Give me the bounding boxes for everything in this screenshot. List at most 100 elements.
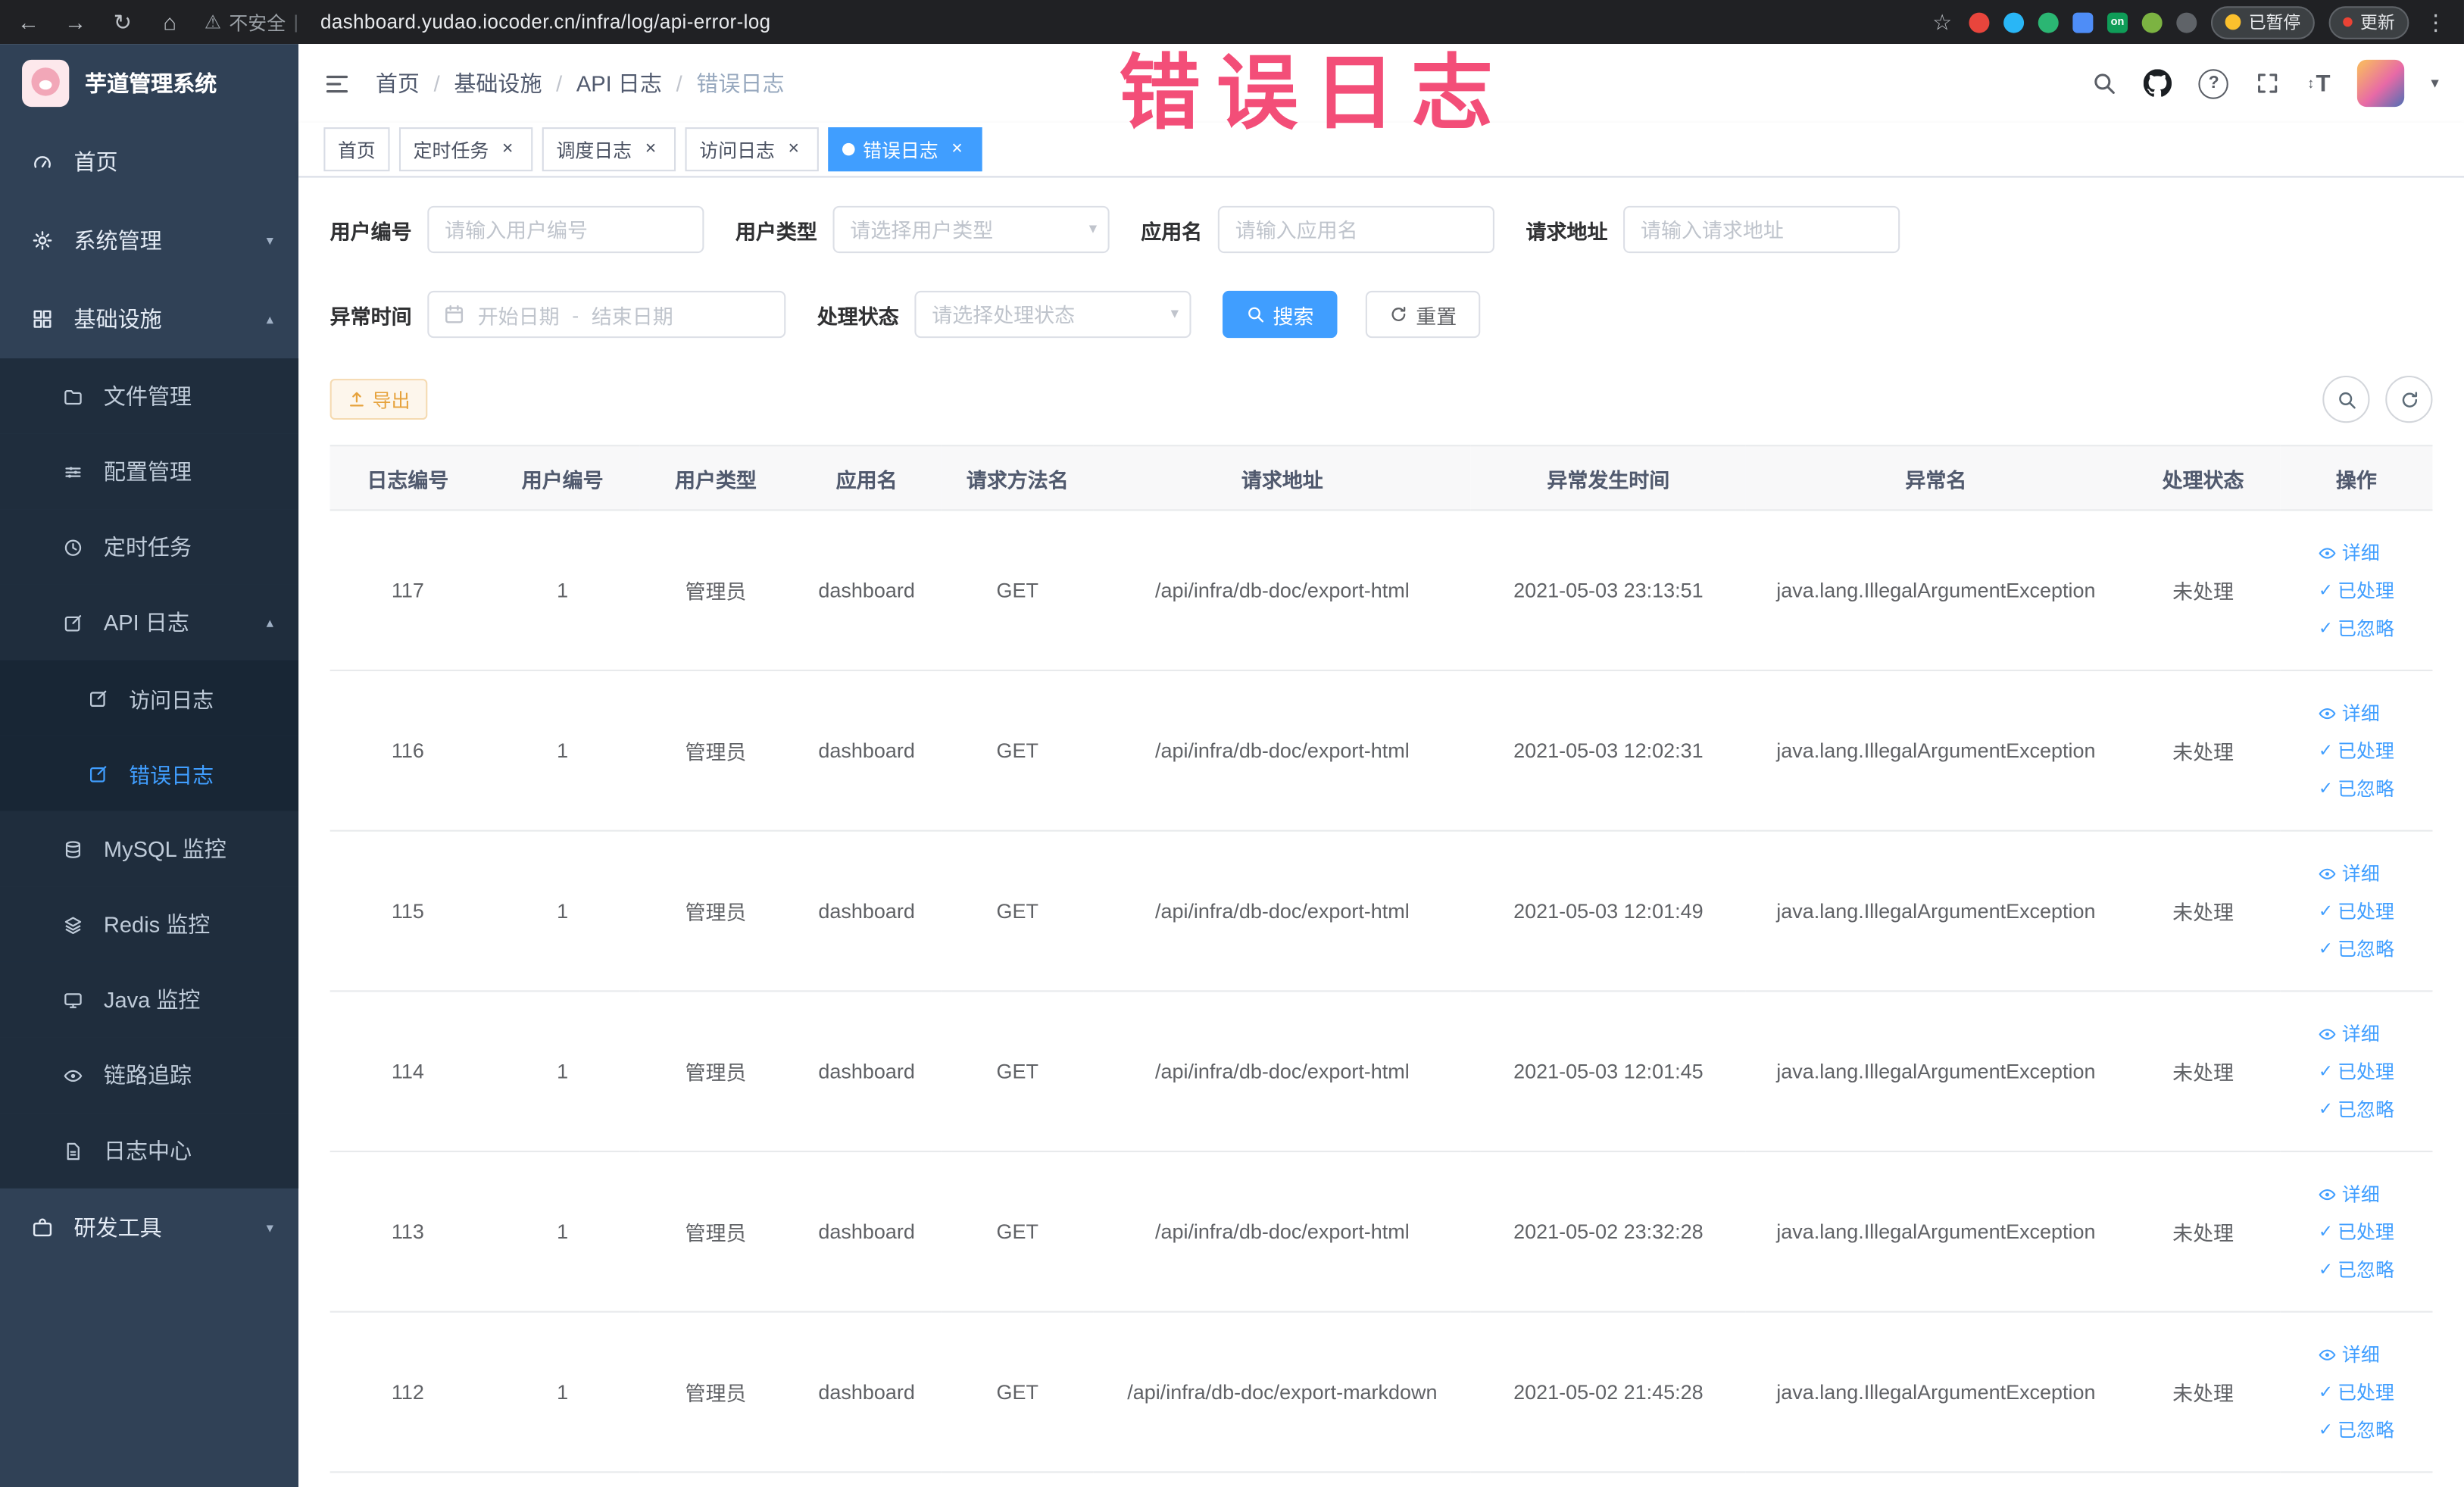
fullscreen-icon[interactable]	[2256, 70, 2281, 95]
reset-button-label: 重置	[1416, 304, 1457, 328]
sidebar-item-label: 链路追踪	[103, 1062, 192, 1088]
user-type-select[interactable]: ▾	[832, 205, 1110, 254]
script-paused-badge[interactable]: 已暂停	[2210, 5, 2315, 39]
tab-error-log[interactable]: 错误日志 ×	[828, 127, 982, 172]
github-icon[interactable]	[2144, 69, 2172, 97]
extension-icon[interactable]	[2072, 11, 2094, 33]
export-button[interactable]: 导出	[329, 379, 428, 420]
sidebar-item-config-management[interactable]: 配置管理	[0, 433, 299, 510]
process-status-select[interactable]: ▾	[914, 290, 1191, 339]
mark-processed-link[interactable]: ✓ 已处理	[2319, 1379, 2394, 1405]
sidebar-item-home[interactable]: 首页	[0, 123, 298, 201]
close-icon[interactable]: ×	[639, 138, 661, 161]
tab-access-log[interactable]: 访问日志 ×	[685, 127, 819, 172]
extension-icon[interactable]	[2038, 11, 2059, 33]
date-range-picker[interactable]: 开始日期 - 结束日期	[427, 290, 786, 339]
breadcrumb-api-log[interactable]: API 日志	[576, 67, 662, 99]
mark-processed-link[interactable]: ✓ 已处理	[2319, 577, 2394, 604]
mark-processed-link[interactable]: ✓ 已处理	[2319, 898, 2394, 924]
sidebar-item-log-center[interactable]: 日志中心	[0, 1113, 299, 1189]
mark-ignored-link[interactable]: ✓ 已忽略	[2319, 1095, 2394, 1122]
cell-user-type: 管理员	[639, 510, 792, 672]
active-dot	[842, 142, 855, 156]
tab-scheduled-tasks[interactable]: 定时任务 ×	[398, 127, 533, 172]
folder-icon	[63, 386, 83, 406]
sidebar-item-api-log[interactable]: API 日志 ▴	[0, 584, 299, 661]
sidebar-item-error-log[interactable]: 错误日志	[0, 736, 299, 811]
search-icon[interactable]	[2092, 70, 2117, 95]
sidebar-item-file-management[interactable]: 文件管理	[0, 358, 299, 434]
user-id-input[interactable]	[427, 205, 704, 254]
sidebar: 芋道管理系统 首页 系统管理 ▾ 基础设施 ▴ 文件管理 配置管理 定时任务 A…	[0, 44, 299, 1487]
tab-home[interactable]: 首页	[323, 127, 390, 172]
tab-schedule-log[interactable]: 调度日志 ×	[542, 127, 676, 172]
user-type-select-input[interactable]	[832, 205, 1110, 254]
reset-button[interactable]: 重置	[1365, 290, 1481, 339]
address-bar-url[interactable]: dashboard.yudao.iocoder.cn/infra/log/api…	[320, 11, 771, 33]
link-label: 已处理	[2338, 740, 2394, 763]
tab-label: 首页	[338, 139, 376, 161]
cell-user-id: 1	[486, 670, 640, 832]
extension-icon[interactable]	[2141, 11, 2163, 33]
app-name-input[interactable]	[1217, 205, 1495, 254]
user-avatar[interactable]	[2356, 59, 2405, 108]
close-icon[interactable]: ×	[782, 138, 804, 161]
sidebar-item-infrastructure[interactable]: 基础设施 ▴	[0, 280, 298, 358]
request-url-input[interactable]	[1623, 205, 1900, 254]
mark-processed-link[interactable]: ✓ 已处理	[2319, 737, 2394, 764]
mark-processed-link[interactable]: ✓ 已处理	[2319, 1218, 2394, 1245]
chevron-down-icon: ▾	[266, 1219, 273, 1235]
help-icon[interactable]: ?	[2198, 68, 2229, 98]
link-label: 详细	[2341, 1183, 2380, 1206]
sidebar-item-access-log[interactable]: 访问日志	[0, 660, 299, 736]
close-icon[interactable]: ×	[946, 138, 968, 161]
browser-menu-icon[interactable]: ⋮	[2423, 8, 2448, 35]
check-icon: ✓	[2318, 619, 2333, 639]
sidebar-item-redis-monitor[interactable]: Redis 监控	[0, 886, 299, 962]
extension-on-icon[interactable]: on	[2107, 11, 2128, 33]
mark-processed-link[interactable]: ✓ 已处理	[2319, 1058, 2394, 1085]
browser-home-icon[interactable]: ⌂	[157, 9, 182, 34]
sidebar-item-dev-tools[interactable]: 研发工具 ▾	[0, 1189, 298, 1267]
bookmark-star-icon[interactable]: ☆	[1930, 8, 1955, 35]
browser-update-button[interactable]: 更新	[2328, 5, 2409, 39]
link-label: 已处理	[2338, 579, 2394, 602]
mark-ignored-link[interactable]: ✓ 已忽略	[2319, 1256, 2394, 1282]
sidebar-item-scheduled-tasks[interactable]: 定时任务	[0, 509, 299, 585]
breadcrumb-home[interactable]: 首页	[376, 67, 420, 99]
breadcrumb-current: 错误日志	[696, 70, 785, 96]
eye-icon	[2319, 1345, 2338, 1364]
mark-ignored-link[interactable]: ✓ 已忽略	[2319, 936, 2394, 962]
refresh-table-button[interactable]	[2385, 375, 2433, 423]
extension-icon[interactable]	[2003, 11, 2025, 33]
extension-icon[interactable]	[1969, 11, 1990, 33]
sidebar-item-tracing[interactable]: 链路追踪	[0, 1037, 299, 1114]
avatar-caret-down-icon[interactable]: ▾	[2431, 75, 2438, 92]
process-status-select-input[interactable]	[914, 290, 1191, 339]
font-size-icon[interactable]: ↕ T	[2307, 70, 2330, 96]
detail-link[interactable]: 详细	[2319, 860, 2380, 886]
collapse-sidebar-icon[interactable]	[323, 70, 350, 96]
browser-back-icon[interactable]: ←	[16, 9, 41, 34]
breadcrumb-infrastructure[interactable]: 基础设施	[454, 67, 542, 99]
sidebar-item-java-monitor[interactable]: Java 监控	[0, 961, 299, 1038]
extension-puzzle-icon[interactable]	[2176, 11, 2197, 33]
detail-link[interactable]: 详细	[2319, 1341, 2380, 1367]
detail-link[interactable]: 详细	[2319, 1180, 2380, 1207]
detail-link[interactable]: 详细	[2319, 539, 2380, 566]
browser-forward-icon[interactable]: →	[63, 9, 88, 34]
mark-ignored-link[interactable]: ✓ 已忽略	[2319, 775, 2394, 801]
sidebar-item-system[interactable]: 系统管理 ▾	[0, 201, 298, 280]
toggle-search-button[interactable]	[2322, 375, 2370, 423]
mark-ignored-link[interactable]: ✓ 已忽略	[2319, 1417, 2394, 1443]
range-separator: -	[572, 302, 579, 326]
close-icon[interactable]: ×	[497, 138, 519, 161]
detail-link[interactable]: 详细	[2319, 1020, 2380, 1047]
mark-ignored-link[interactable]: ✓ 已忽略	[2319, 614, 2394, 641]
browser-reload-icon[interactable]: ↻	[110, 8, 135, 35]
check-icon: ✓	[2318, 1062, 2333, 1082]
sidebar-item-mysql-monitor[interactable]: MySQL 监控	[0, 811, 299, 887]
detail-link[interactable]: 详细	[2319, 699, 2380, 726]
search-button[interactable]: 搜索	[1223, 290, 1338, 339]
site-security-indicator[interactable]: ⚠ 不安全 |	[205, 8, 298, 35]
